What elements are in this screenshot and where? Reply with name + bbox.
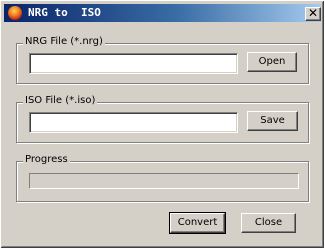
window-title: NRG to ISO [28, 6, 101, 19]
open-button[interactable]: Open [247, 52, 297, 72]
close-window-button[interactable]: ✕ [305, 7, 321, 21]
nrg-to-iso-dialog: NRG to ISO ✕ NRG File (*.nrg) Open ISO F… [0, 0, 325, 249]
app-flame-icon [8, 6, 22, 20]
progress-bar [29, 173, 299, 189]
iso-file-input[interactable] [29, 112, 238, 133]
convert-button[interactable]: Convert [169, 212, 226, 234]
nrg-file-label: NRG File (*.nrg) [23, 36, 105, 47]
progress-label: Progress [23, 154, 70, 165]
nrg-file-input[interactable] [29, 53, 238, 74]
title-bar[interactable]: NRG to ISO [4, 4, 321, 22]
iso-file-label: ISO File (*.iso) [23, 95, 98, 106]
close-button[interactable]: Close [241, 213, 296, 233]
save-button[interactable]: Save [247, 111, 298, 131]
